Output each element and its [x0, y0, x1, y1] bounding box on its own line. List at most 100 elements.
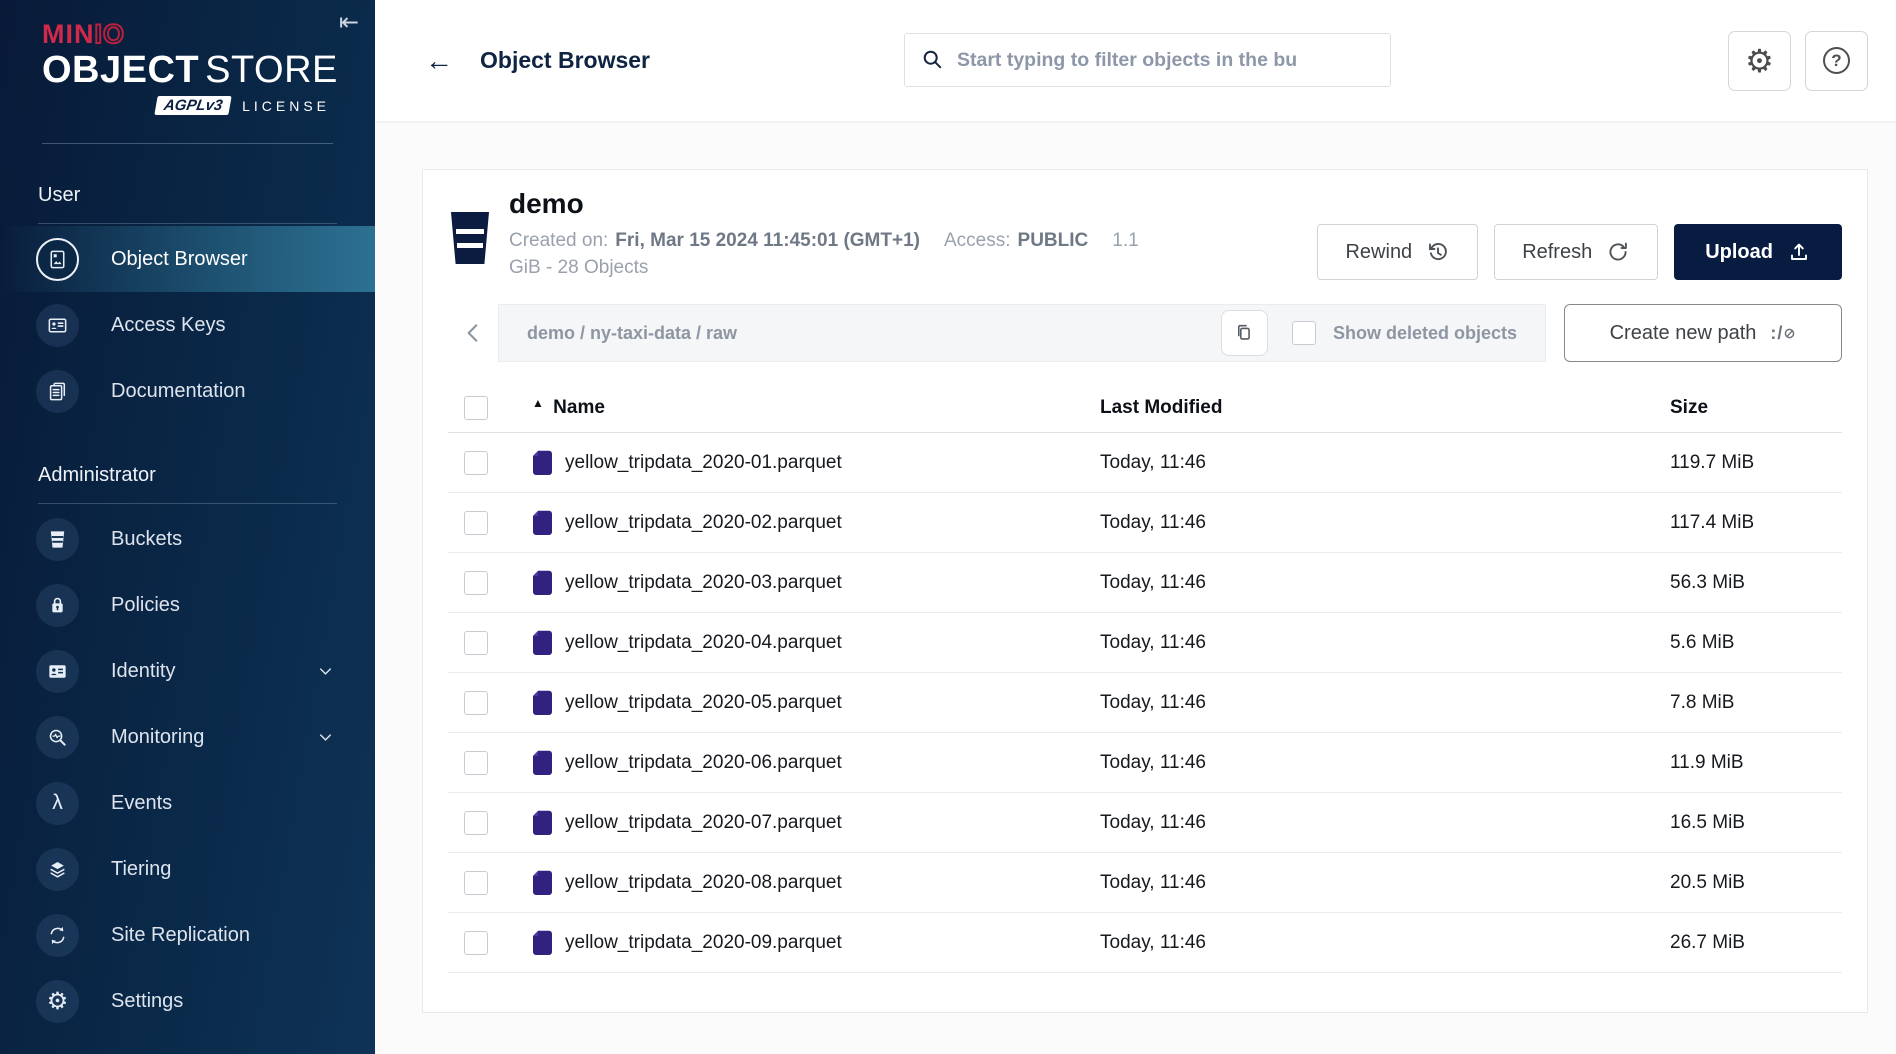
sidebar-item-documentation[interactable]: Documentation: [0, 358, 375, 424]
section-label-administrator: Administrator: [38, 464, 375, 487]
row-checkbox[interactable]: [464, 631, 488, 655]
objects-table: ▲ Name Last Modified Size yellow_tripdat…: [448, 384, 1842, 973]
object-name: yellow_tripdata_2020-08.parquet: [565, 872, 842, 894]
sidebar-item-label: Settings: [111, 990, 183, 1013]
table-row[interactable]: yellow_tripdata_2020-06.parquetToday, 11…: [448, 733, 1842, 793]
collapse-sidebar-icon[interactable]: ⇤: [339, 8, 359, 37]
access-label: Access:: [944, 230, 1011, 251]
object-last-modified: Today, 11:46: [1100, 932, 1670, 954]
upload-icon: [1787, 240, 1811, 264]
parquet-file-icon: [532, 690, 553, 716]
row-checkbox[interactable]: [464, 691, 488, 715]
settings-button[interactable]: ⚙: [1728, 31, 1791, 91]
sidebar-item-monitoring[interactable]: Monitoring: [0, 704, 375, 770]
object-name: yellow_tripdata_2020-06.parquet: [565, 752, 842, 774]
copy-path-button[interactable]: [1221, 310, 1268, 356]
brand-outline-text: IO: [95, 19, 126, 49]
row-checkbox[interactable]: [464, 931, 488, 955]
copy-icon: [1233, 322, 1255, 344]
row-checkbox[interactable]: [464, 511, 488, 535]
created-value: Fri, Mar 15 2024 11:45:01 (GMT+1): [615, 230, 920, 251]
object-last-modified: Today, 11:46: [1100, 872, 1670, 894]
upload-button[interactable]: Upload: [1674, 224, 1842, 280]
sidebar-nav: UserObject BrowserAccess KeysDocumentati…: [0, 184, 375, 1034]
top-header: ← Object Browser ⚙ ?: [375, 0, 1896, 121]
row-checkbox[interactable]: [464, 751, 488, 775]
monitoring-icon: [36, 716, 79, 759]
upload-label: Upload: [1705, 241, 1773, 264]
table-row[interactable]: yellow_tripdata_2020-01.parquetToday, 11…: [448, 433, 1842, 493]
table-row[interactable]: yellow_tripdata_2020-07.parquetToday, 11…: [448, 793, 1842, 853]
path-back-button[interactable]: [448, 304, 498, 362]
breadcrumb-bar: demo / ny-taxi-data / raw Show deleted o…: [498, 304, 1546, 362]
sidebar-item-policies[interactable]: Policies: [0, 572, 375, 638]
bucket-meta: demo Created on:Fri, Mar 15 2024 11:45:0…: [509, 188, 1139, 281]
chevron-down-icon[interactable]: [316, 662, 335, 681]
rewind-history-icon: [1426, 240, 1450, 264]
parquet-file-icon: [532, 930, 553, 956]
row-checkbox[interactable]: [464, 451, 488, 475]
sidebar-item-site-replication[interactable]: Site Replication: [0, 902, 375, 968]
chevron-down-icon[interactable]: [316, 728, 335, 747]
sidebar: ⇤ MINIO OBJECTSTORE AGPLv3 LICENSE UserO…: [0, 0, 375, 1054]
sidebar-item-label: Monitoring: [111, 726, 204, 749]
table-header-row: ▲ Name Last Modified Size: [448, 384, 1842, 433]
table-row[interactable]: yellow_tripdata_2020-04.parquetToday, 11…: [448, 613, 1842, 673]
create-path-icon: :/: [1770, 323, 1796, 344]
table-row[interactable]: yellow_tripdata_2020-05.parquetToday, 11…: [448, 673, 1842, 733]
select-all-checkbox[interactable]: [464, 396, 488, 420]
show-deleted-checkbox[interactable]: [1292, 321, 1316, 345]
row-checkbox[interactable]: [464, 871, 488, 895]
sidebar-item-label: Access Keys: [111, 314, 225, 337]
tiering-icon: [36, 848, 79, 891]
app-root: ⇤ MINIO OBJECTSTORE AGPLv3 LICENSE UserO…: [0, 0, 1896, 1054]
bucket-icon: [448, 210, 492, 266]
content-area: demo Created on:Fri, Mar 15 2024 11:45:0…: [375, 121, 1896, 1013]
help-button[interactable]: ?: [1805, 31, 1868, 91]
object-size: 26.7 MiB: [1670, 932, 1842, 954]
object-size: 11.9 MiB: [1670, 752, 1842, 774]
back-arrow-icon[interactable]: ←: [425, 45, 453, 77]
sidebar-item-tiering[interactable]: Tiering: [0, 836, 375, 902]
sidebar-item-label: Events: [111, 792, 172, 815]
sidebar-item-label: Policies: [111, 594, 180, 617]
object-name: yellow_tripdata_2020-03.parquet: [565, 572, 842, 594]
section-divider: [38, 223, 337, 224]
parquet-file-icon: [532, 450, 553, 476]
object-last-modified: Today, 11:46: [1100, 572, 1670, 594]
object-size: 7.8 MiB: [1670, 692, 1842, 714]
sidebar-item-events[interactable]: λEvents: [0, 770, 375, 836]
rewind-button[interactable]: Rewind: [1317, 224, 1478, 280]
sidebar-item-settings[interactable]: ⚙Settings: [0, 968, 375, 1034]
table-body: yellow_tripdata_2020-01.parquetToday, 11…: [448, 433, 1842, 973]
object-size: 16.5 MiB: [1670, 812, 1842, 834]
breadcrumb[interactable]: demo / ny-taxi-data / raw: [527, 323, 1221, 344]
table-row[interactable]: yellow_tripdata_2020-09.parquetToday, 11…: [448, 913, 1842, 973]
sidebar-item-identity[interactable]: Identity: [0, 638, 375, 704]
parquet-file-icon: [532, 870, 553, 896]
parquet-file-icon: [532, 810, 553, 836]
object-size: 5.6 MiB: [1670, 632, 1842, 654]
object-last-modified: Today, 11:46: [1100, 632, 1670, 654]
sidebar-item-object-browser[interactable]: Object Browser: [0, 226, 375, 292]
create-new-path-button[interactable]: Create new path :/: [1564, 304, 1842, 362]
table-row[interactable]: yellow_tripdata_2020-02.parquetToday, 11…: [448, 493, 1842, 553]
table-row[interactable]: yellow_tripdata_2020-08.parquet Today, 11…: [448, 853, 1842, 913]
column-header-name[interactable]: ▲ Name: [532, 397, 1100, 419]
sidebar-item-buckets[interactable]: Buckets: [0, 506, 375, 572]
license-label: LICENSE: [242, 98, 330, 114]
object-name: yellow_tripdata_2020-02.parquet: [565, 512, 842, 534]
access-value: PUBLIC: [1018, 230, 1089, 251]
gear-icon: ⚙: [1745, 45, 1774, 77]
row-checkbox[interactable]: [464, 571, 488, 595]
row-checkbox[interactable]: [464, 811, 488, 835]
sidebar-item-access-keys[interactable]: Access Keys: [0, 292, 375, 358]
bucket-actions: Rewind Refresh Upload: [1317, 224, 1842, 280]
object-text: OBJECT: [42, 49, 199, 91]
parquet-file-icon: [532, 570, 553, 596]
table-row[interactable]: yellow_tripdata_2020-03.parquet Today, 11…: [448, 553, 1842, 613]
identity-icon: [36, 650, 79, 693]
refresh-button[interactable]: Refresh: [1494, 224, 1658, 280]
search-input[interactable]: [957, 49, 1376, 72]
agpl-badge: AGPLv3: [154, 96, 232, 115]
